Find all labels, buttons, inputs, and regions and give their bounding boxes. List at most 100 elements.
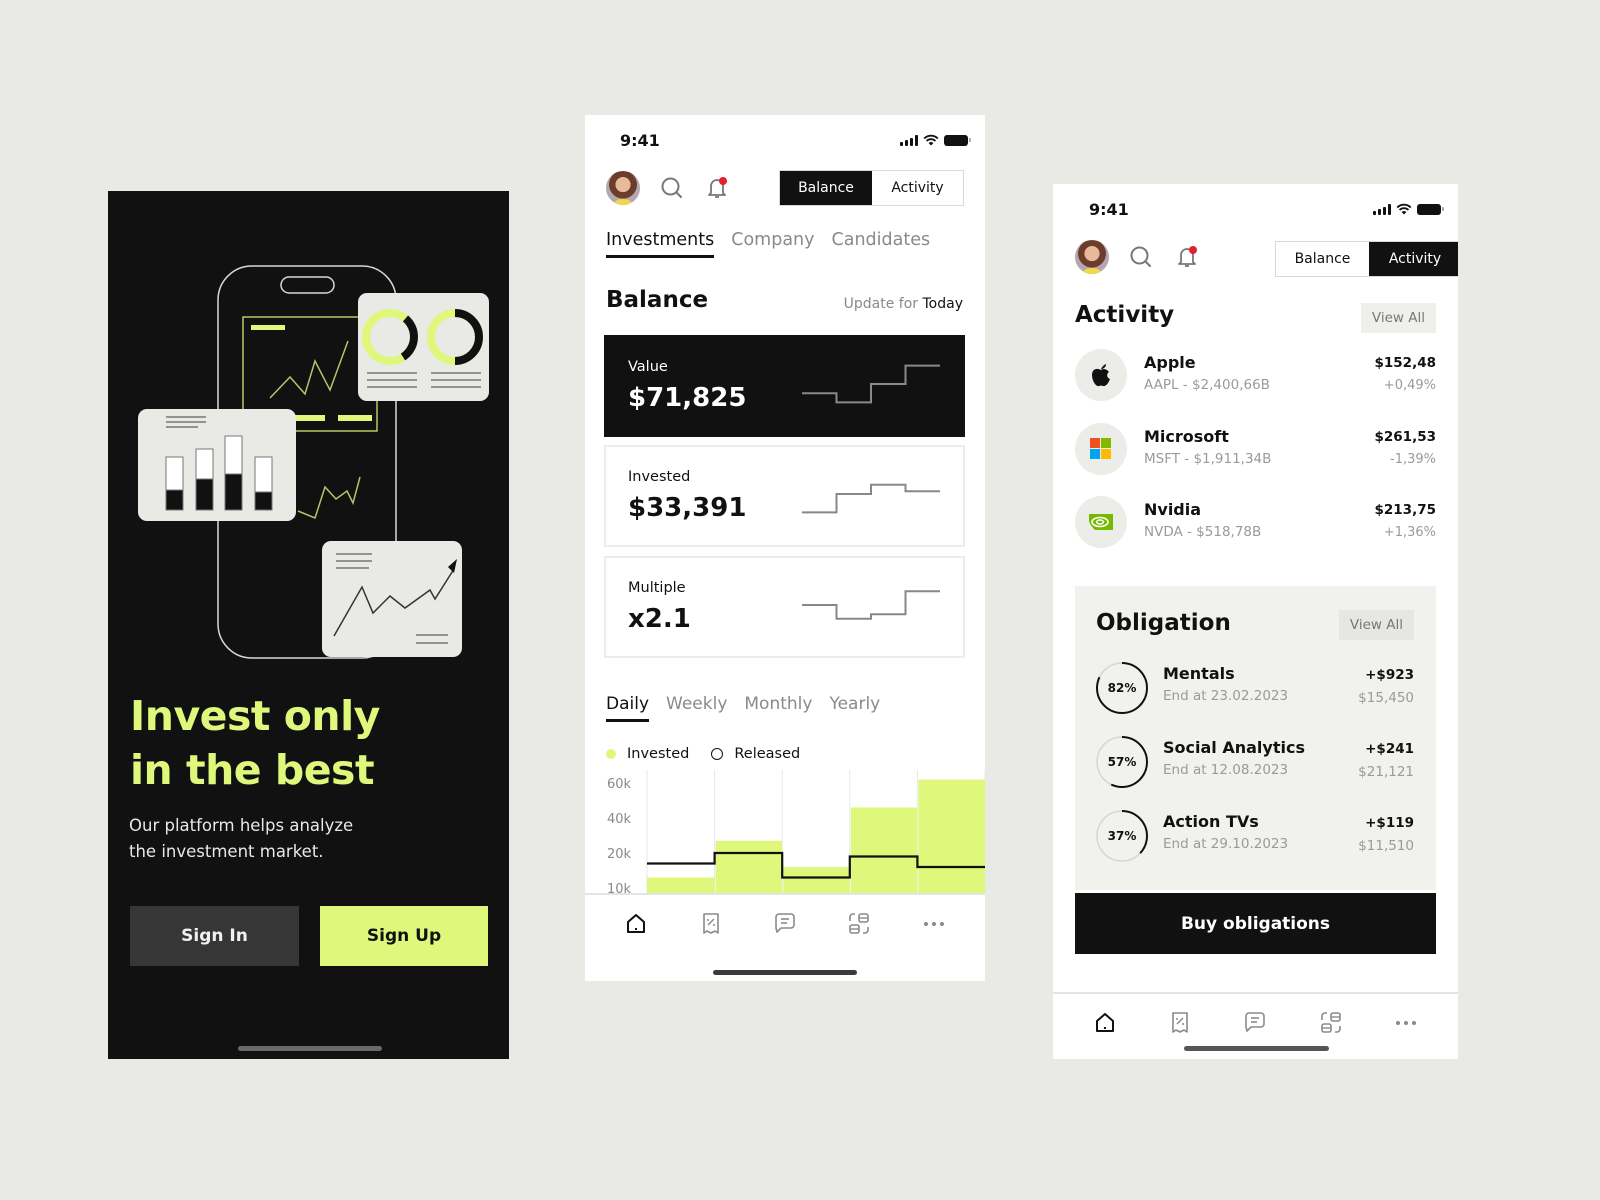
home-indicator [713,970,857,975]
stock-row[interactable]: Apple AAPL - $2,400,66B $152,48 +0,49% [1075,349,1436,405]
nav-item-chat[interactable] [765,904,805,944]
balance-activity-toggle: Balance Activity [779,170,964,206]
legend-released[interactable]: Released [711,746,800,762]
more-icon [1396,1021,1417,1025]
obligation-gain: +$241 [1365,741,1414,757]
sign-up-button[interactable]: Sign Up [320,906,488,966]
stock-row[interactable]: Microsoft MSFT - $1,911,34B $261,53 -1,3… [1075,423,1436,479]
nav-item-chat[interactable] [1235,1003,1275,1043]
nav-item-home[interactable] [616,904,656,944]
home-indicator [238,1046,382,1051]
nav-item-more[interactable] [1386,1003,1426,1043]
obligation-row[interactable]: 82% Mentals End at 23.02.2023 +$923 $15,… [1095,661,1414,717]
line-chart-lower [297,476,361,520]
progress-percent: 37% [1107,829,1137,843]
nav-item-home[interactable] [1085,1003,1125,1043]
kpi-sparkline [802,364,940,404]
onboarding-subtitle: Our platform helps analyze the investmen… [129,813,389,865]
tab-investments[interactable]: Investments [606,230,715,258]
invested-bar [715,840,783,895]
chart-legend: Invested Released [606,746,800,762]
microsoft-logo-icon [1075,423,1127,475]
status-bar: 9:41 [585,125,985,155]
home-icon [627,914,646,933]
period-tabs: Daily Weekly Monthly Yearly [606,694,880,722]
update-value[interactable]: Today [923,296,964,312]
stock-price: $261,53 [1374,429,1437,445]
obligation-name: Action TVs [1163,812,1259,831]
sparkline-path [802,364,940,404]
stock-row[interactable]: Nvidia NVDA - $518,78B $213,75 +1,36% [1075,496,1436,552]
activity-view-all-button[interactable]: View All [1360,303,1436,333]
stock-price: $152,48 [1374,355,1437,371]
trend-chart-card [322,541,462,657]
nav-item-more[interactable] [914,904,954,944]
notification-bell-icon[interactable] [1174,244,1200,270]
kpi-card-value[interactable]: Value $71,825 [604,335,965,437]
activity-segment[interactable]: Activity [872,171,963,205]
sign-in-button[interactable]: Sign In [130,906,299,966]
stock-name: Apple [1144,353,1196,372]
tab-company[interactable]: Company [731,230,814,256]
tab-yearly[interactable]: Yearly [829,694,880,720]
tab-monthly[interactable]: Monthly [744,694,812,720]
balance-title: Balance [606,287,709,313]
status-bar: 9:41 [1053,194,1458,224]
user-avatar[interactable] [1075,240,1109,274]
line-chart-upper [269,340,349,399]
search-icon[interactable] [1128,244,1154,270]
main-tabs: Investments Company Candidates [606,230,931,258]
nav-item-apps[interactable] [839,904,879,944]
nav-item-discount-receipt[interactable] [1160,1003,1200,1043]
progress-percent: 82% [1107,681,1137,695]
invested-bar [783,867,850,895]
user-avatar[interactable] [606,171,640,205]
obligation-total: $21,121 [1358,764,1414,780]
stock-name: Nvidia [1144,500,1202,519]
sparkline-path [802,590,940,620]
update-prefix: Update for [843,296,919,312]
signal-icon [900,134,918,146]
obligation-row[interactable]: 57% Social Analytics End at 12.08.2023 +… [1095,735,1414,791]
nvidia-logo-icon [1075,496,1127,548]
nav-item-apps[interactable] [1311,1003,1351,1043]
stock-price: $213,75 [1374,502,1437,518]
tab-daily[interactable]: Daily [606,694,650,722]
obligation-end-date: End at 23.02.2023 [1163,688,1289,704]
nav-item-discount-receipt[interactable] [691,904,731,944]
headline-line-2: in the best [130,746,375,794]
buy-obligations-button[interactable]: Buy obligations [1075,893,1436,954]
onboarding-screen: Invest only in the best Our platform hel… [108,191,509,1059]
legend-invested[interactable]: Invested [606,746,689,762]
discount-receipt-icon [702,913,719,934]
subtitle-line-2: the investment market. [129,842,324,861]
tab-weekly[interactable]: Weekly [666,694,727,720]
apps-icon [1321,1012,1341,1033]
obligation-row[interactable]: 37% Action TVs End at 29.10.2023 +$119 $… [1095,809,1414,865]
kpi-value: $33,391 [628,493,747,523]
battery-icon [1417,203,1444,215]
search-icon[interactable] [659,175,685,201]
balance-segment[interactable]: Balance [1276,242,1369,276]
kpi-label: Value [628,359,668,375]
balance-segment[interactable]: Balance [780,171,872,205]
kpi-card-invested[interactable]: Invested $33,391 [604,445,965,547]
apps-icon [849,913,870,934]
obligation-view-all-button[interactable]: View All [1338,610,1414,640]
stock-change: +1,36% [1383,525,1436,540]
balance-screen: 9:41 Balance Activity Investments Compan… [585,115,985,981]
top-bar: Balance Activity [1053,238,1458,278]
released-ring-icon [711,748,724,760]
stock-meta: NVDA - $518,78B [1144,524,1262,540]
activity-title: Activity [1075,302,1175,328]
kpi-card-multiple[interactable]: Multiple x2.1 [604,556,965,658]
activity-segment[interactable]: Activity [1369,242,1458,276]
home-icon [1095,1013,1114,1032]
top-bar: Balance Activity [585,169,985,209]
tab-candidates[interactable]: Candidates [832,230,931,256]
obligation-title: Obligation [1096,610,1231,636]
obligation-end-date: End at 29.10.2023 [1163,836,1289,852]
obligation-gain: +$119 [1365,815,1414,831]
balance-activity-toggle: Balance Activity [1275,241,1458,277]
notification-bell-icon[interactable] [704,175,730,201]
